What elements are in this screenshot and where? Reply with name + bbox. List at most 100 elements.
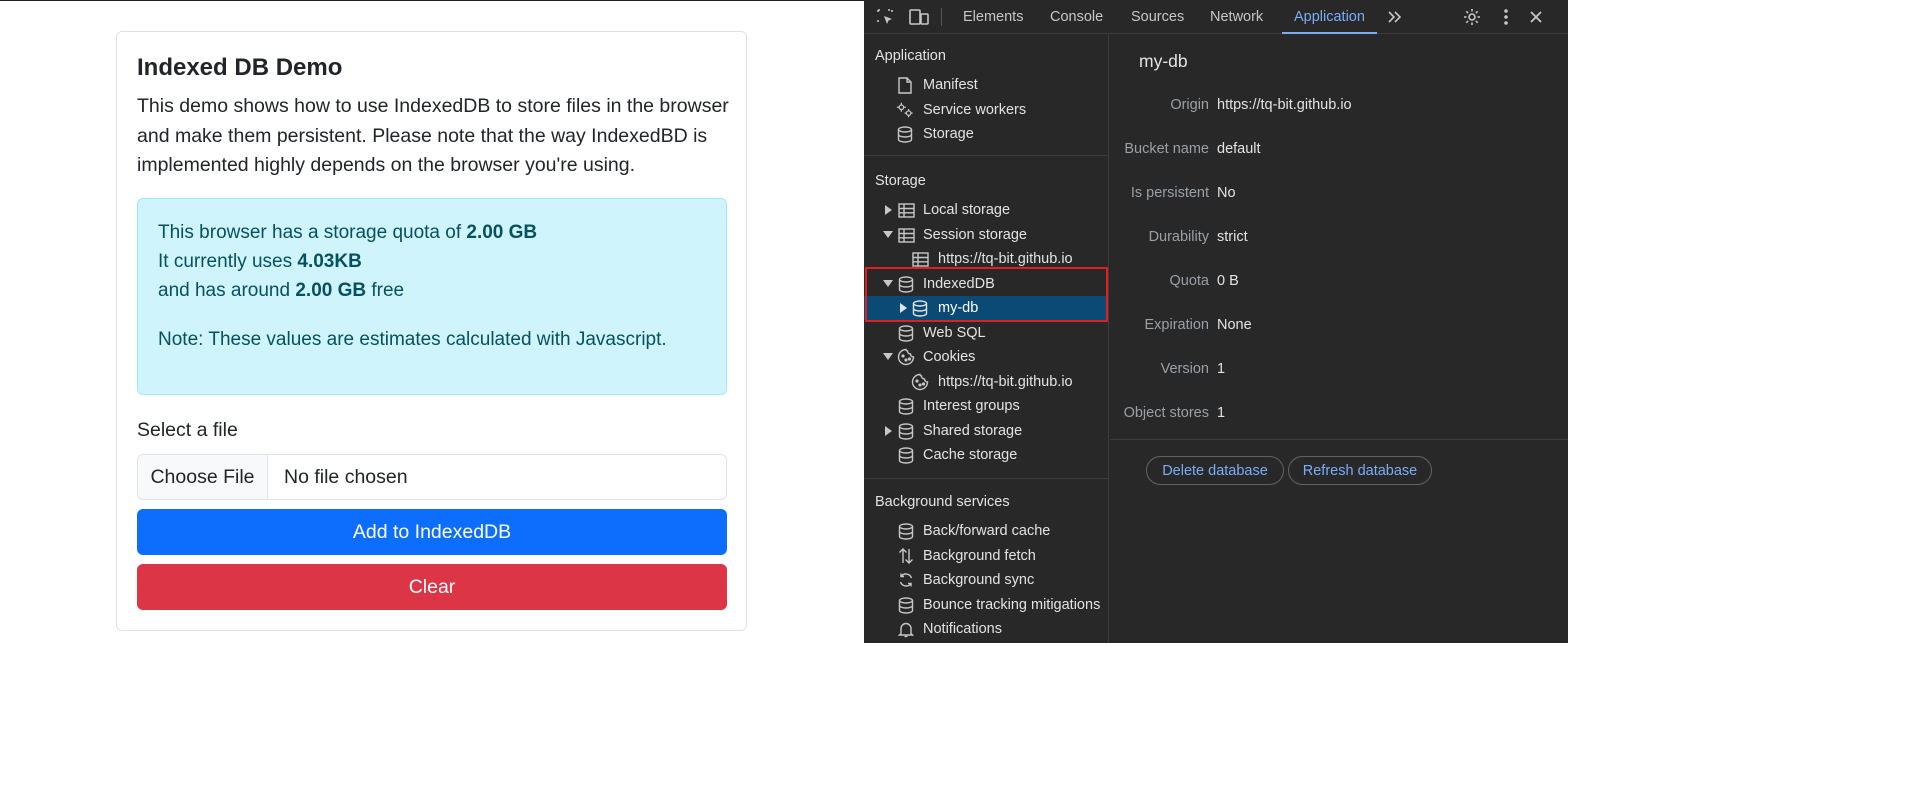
tab-network[interactable]: Network	[1210, 0, 1263, 34]
sidebar-item-local-storage[interactable]: Local storage	[864, 198, 1108, 222]
sidebar-item-storage[interactable]: Storage	[864, 122, 1108, 146]
table-icon	[897, 226, 915, 244]
sidebar-item-session-origin[interactable]: https://tq-bit.github.io	[864, 247, 1108, 271]
sidebar-item-background-sync[interactable]: Background sync	[864, 568, 1108, 592]
database-icon	[897, 324, 915, 342]
sidebar-item-back-forward-cache[interactable]: Back/forward cache	[864, 519, 1108, 543]
sidebar-item-indexeddb[interactable]: IndexedDB	[864, 272, 1108, 296]
section-divider	[864, 478, 1108, 479]
sidebar-item-label: Session storage	[923, 227, 1027, 243]
detail-value-version: 1	[1217, 361, 1226, 377]
no-file-chosen-text: No file chosen	[284, 465, 408, 488]
section-title-storage: Storage	[875, 173, 926, 189]
detail-key-origin: Origin	[1170, 97, 1209, 113]
sidebar-item-background-fetch[interactable]: Background fetch	[864, 544, 1108, 568]
sidebar-item-label: Bounce tracking mitigations	[923, 597, 1101, 613]
detail-value-expiration: None	[1217, 317, 1252, 333]
expand-arrow-icon[interactable]	[898, 303, 908, 313]
free-label: and has around	[158, 280, 296, 301]
detail-value-object-stores: 1	[1217, 405, 1226, 421]
sidebar-item-service-workers[interactable]: Service workers	[864, 98, 1108, 122]
device-toolbar-icon[interactable]	[907, 5, 931, 29]
refresh-database-button[interactable]: Refresh database	[1288, 456, 1432, 485]
inspect-element-icon[interactable]	[873, 5, 897, 29]
detail-key-is-persistent: Is persistent	[1130, 185, 1209, 201]
clear-button[interactable]: Clear	[137, 564, 727, 610]
usage-value: 4.03KB	[297, 251, 362, 272]
collapse-arrow-icon[interactable]	[883, 230, 893, 240]
collapse-arrow-icon[interactable]	[883, 352, 893, 362]
sidebar-item-manifest[interactable]: Manifest	[864, 73, 1108, 97]
detail-value-durability: strict	[1217, 229, 1248, 245]
bell-icon	[897, 620, 915, 638]
sidebar-item-bounce-tracking[interactable]: Bounce tracking mitigations	[864, 593, 1108, 617]
quota-label: This browser has a storage quota of	[158, 222, 467, 243]
usage-label: It currently uses	[158, 251, 298, 272]
page-title: Indexed DB Demo	[137, 54, 343, 81]
detail-key-quota: Quota	[1169, 273, 1210, 289]
tab-sources[interactable]: Sources	[1131, 0, 1184, 34]
toolbar-separator	[941, 8, 942, 26]
sidebar-item-label: Cache storage	[923, 447, 1018, 463]
sidebar-item-cookies[interactable]: Cookies	[864, 345, 1108, 369]
detail-divider	[1110, 439, 1568, 440]
page-description: This demo shows how to use IndexedDB to …	[137, 95, 729, 176]
up-down-arrows-icon	[897, 547, 915, 565]
free-line: and has around 2.00 GB free	[158, 280, 404, 302]
application-sidebar: Application Manifest Service workers Sto…	[864, 35, 1109, 643]
sidebar-item-label: Web SQL	[923, 325, 986, 341]
database-icon	[896, 125, 914, 143]
sidebar-item-label: Interest groups	[923, 398, 1020, 414]
sidebar-item-shared-storage[interactable]: Shared storage	[864, 419, 1108, 443]
sync-icon	[897, 571, 915, 589]
sidebar-item-cookies-origin[interactable]: https://tq-bit.github.io	[864, 370, 1108, 394]
database-title: my-db	[1139, 51, 1188, 71]
choose-file-button[interactable]: Choose File	[138, 455, 268, 499]
more-tabs-icon[interactable]	[1383, 5, 1407, 29]
sidebar-item-label: IndexedDB	[923, 276, 995, 292]
close-icon[interactable]	[1524, 5, 1548, 29]
sidebar-item-interest-groups[interactable]: Interest groups	[864, 394, 1108, 418]
gears-icon	[896, 101, 914, 119]
sidebar-item-label: Back/forward cache	[923, 523, 1051, 539]
sidebar-item-my-db[interactable]: my-db	[864, 296, 1108, 320]
sidebar-item-label: Shared storage	[923, 423, 1023, 439]
collapse-arrow-icon[interactable]	[883, 279, 893, 289]
settings-gear-icon[interactable]	[1460, 5, 1484, 29]
table-icon	[911, 250, 929, 268]
tab-elements[interactable]: Elements	[963, 0, 1023, 34]
sidebar-item-label: Background sync	[923, 572, 1035, 588]
delete-database-button[interactable]: Delete database	[1146, 456, 1284, 485]
database-icon	[897, 422, 915, 440]
devtools-panel: Elements Console Sources Network Applica…	[864, 0, 1568, 643]
add-to-indexeddb-button[interactable]: Add to IndexedDB	[137, 509, 727, 555]
detail-key-durability: Durability	[1148, 229, 1209, 245]
sidebar-item-label: Local storage	[923, 202, 1011, 218]
sidebar-item-notifications[interactable]: Notifications	[864, 617, 1108, 641]
section-title-background-services: Background services	[875, 494, 1010, 510]
usage-line: It currently uses 4.03KB	[158, 251, 362, 273]
expand-arrow-icon[interactable]	[883, 205, 893, 215]
web-page: Indexed DB Demo This demo shows how to u…	[0, 0, 864, 643]
tab-application[interactable]: Application	[1282, 0, 1377, 34]
file-input[interactable]: Choose File No file chosen	[137, 454, 727, 500]
database-icon	[911, 299, 929, 317]
demo-card: Indexed DB Demo This demo shows how to u…	[116, 31, 747, 631]
quota-value: 2.00 GB	[466, 222, 538, 243]
expand-arrow-icon[interactable]	[883, 426, 893, 436]
sidebar-item-label: https://tq-bit.github.io	[938, 251, 1073, 267]
devtools-toolbar: Elements Console Sources Network Applica…	[864, 0, 1568, 34]
sidebar-item-session-storage[interactable]: Session storage	[864, 223, 1108, 247]
detail-key-bucket-name: Bucket name	[1124, 141, 1209, 157]
database-icon	[897, 397, 915, 415]
sidebar-item-label: Notifications	[923, 621, 1002, 637]
file-select-label: Select a file	[137, 419, 238, 441]
tab-console[interactable]: Console	[1050, 0, 1103, 34]
cookie-icon	[911, 373, 929, 391]
more-options-icon[interactable]	[1494, 5, 1518, 29]
database-icon	[897, 446, 915, 464]
sidebar-item-label: my-db	[938, 300, 979, 316]
sidebar-item-label: https://tq-bit.github.io	[938, 374, 1073, 390]
sidebar-item-web-sql[interactable]: Web SQL	[864, 321, 1108, 345]
sidebar-item-cache-storage[interactable]: Cache storage	[864, 443, 1108, 467]
